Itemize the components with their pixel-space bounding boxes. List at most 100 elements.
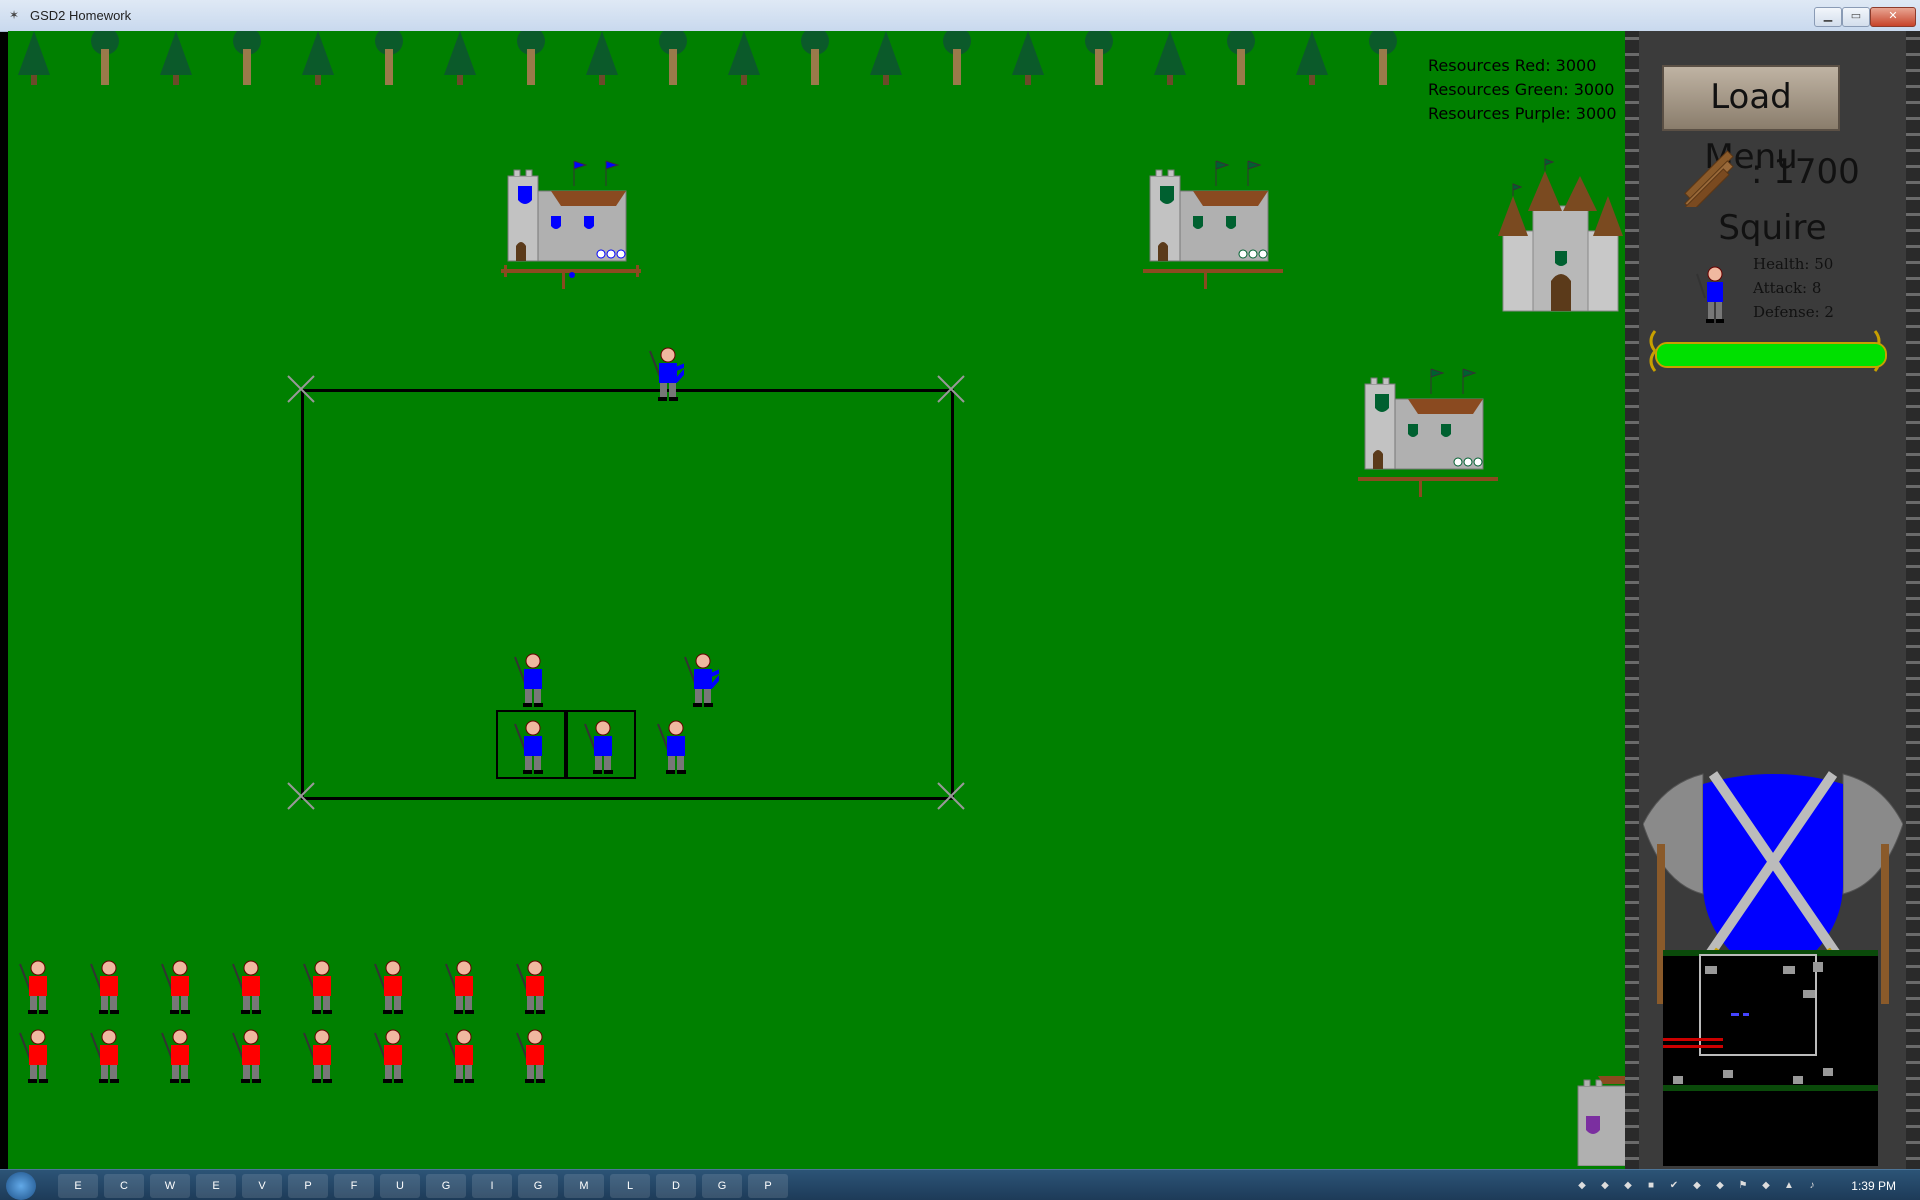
tree xyxy=(1296,31,1328,85)
resources-purple: Resources Purple: 3000 xyxy=(1428,104,1617,123)
wood-icon xyxy=(1680,150,1734,207)
tray-icon[interactable]: ◆ xyxy=(1575,1179,1589,1193)
tray-icon[interactable]: ◆ xyxy=(1759,1179,1773,1193)
volume-icon[interactable]: ♪ xyxy=(1805,1179,1819,1193)
maximize-icon: ▭ xyxy=(1850,10,1862,22)
window-titlebar[interactable]: ✶ GSD2 Homework ▁ ▭ ✕ xyxy=(0,0,1920,32)
tray-icon[interactable]: ■ xyxy=(1644,1179,1658,1193)
load-menu-button[interactable]: Load Menu xyxy=(1662,65,1840,177)
hud-panel: Load Menu : 1700 Squire Health: 50 Attac… xyxy=(1625,31,1920,1169)
red-soldier-unit[interactable] xyxy=(231,958,267,1014)
red-soldier-unit[interactable] xyxy=(89,1027,125,1083)
red-soldier-unit[interactable] xyxy=(515,1027,551,1083)
taskbar-app-word[interactable]: W xyxy=(150,1174,190,1198)
green-castle-east[interactable] xyxy=(1353,359,1503,499)
tree xyxy=(233,31,261,85)
close-button[interactable]: ✕ xyxy=(1870,7,1916,27)
health-bar xyxy=(1655,342,1887,368)
taskbar-app-dota-2[interactable]: D xyxy=(656,1174,696,1198)
blue-castle[interactable] xyxy=(496,151,646,291)
network-icon[interactable]: ▲ xyxy=(1782,1179,1796,1193)
minimap[interactable] xyxy=(1663,950,1878,1166)
taskbar-app-paint[interactable]: P xyxy=(748,1174,788,1198)
tree xyxy=(1369,31,1397,85)
blue-squire-unit[interactable] xyxy=(513,651,549,707)
tree xyxy=(801,31,829,85)
blue-squire-unit[interactable] xyxy=(583,718,619,774)
red-soldier-unit[interactable] xyxy=(89,958,125,1014)
selection-corner-icon xyxy=(287,782,315,810)
red-soldier-unit[interactable] xyxy=(18,1027,54,1083)
blue-squire-unit[interactable] xyxy=(683,651,719,707)
taskbar-app-explorer[interactable]: E xyxy=(58,1174,98,1198)
tree xyxy=(444,31,476,85)
red-soldier-unit[interactable] xyxy=(302,1027,338,1083)
hud-rail-left xyxy=(1625,31,1639,1169)
taskbar-app-chrome[interactable]: C xyxy=(104,1174,144,1198)
red-soldier-unit[interactable] xyxy=(18,958,54,1014)
tree xyxy=(659,31,687,85)
red-soldier-unit[interactable] xyxy=(231,1027,267,1083)
taskbar-app-league[interactable]: L xyxy=(610,1174,650,1198)
red-soldier-unit[interactable] xyxy=(373,958,409,1014)
unit-attack: Attack: 8 xyxy=(1753,279,1822,297)
tree xyxy=(1227,31,1255,85)
green-main-keep[interactable] xyxy=(1493,151,1625,321)
taskbar-app-unity[interactable]: U xyxy=(380,1174,420,1198)
minimap-view[interactable] xyxy=(1663,950,1878,1166)
taskbar-app-inkscape[interactable]: I xyxy=(472,1174,512,1198)
window-title: GSD2 Homework xyxy=(30,8,132,23)
game-map[interactable]: Resources Red: 3000 Resources Green: 300… xyxy=(8,31,1625,1169)
red-soldier-unit[interactable] xyxy=(160,958,196,1014)
tree xyxy=(375,31,403,85)
red-soldier-unit[interactable] xyxy=(444,1027,480,1083)
start-button[interactable] xyxy=(6,1172,36,1200)
tree xyxy=(302,31,334,85)
blue-squire-unit[interactable] xyxy=(648,345,684,401)
app-icon: ✶ xyxy=(9,8,20,22)
minimize-icon: ▁ xyxy=(1823,10,1833,22)
taskbar-app-gimp[interactable]: G xyxy=(426,1174,466,1198)
selection-corner-icon xyxy=(937,782,965,810)
tree xyxy=(586,31,618,85)
flag-icon[interactable]: ⚑ xyxy=(1736,1179,1750,1193)
tree xyxy=(1154,31,1186,85)
red-soldier-unit[interactable] xyxy=(444,958,480,1014)
red-soldier-unit[interactable] xyxy=(160,1027,196,1083)
tree xyxy=(91,31,119,85)
unit-health: Health: 50 xyxy=(1753,255,1834,273)
tree xyxy=(1085,31,1113,85)
tray-icon[interactable]: ◆ xyxy=(1690,1179,1704,1193)
unit-defense: Defense: 2 xyxy=(1753,303,1834,321)
tray-icon[interactable]: ◆ xyxy=(1621,1179,1635,1193)
taskbar-app-minecraft[interactable]: M xyxy=(564,1174,604,1198)
taskbar-app-visual-studio[interactable]: V xyxy=(242,1174,282,1198)
taskbar-clock[interactable]: 1:39 PM xyxy=(1851,1179,1896,1193)
tray-icon[interactable]: ◆ xyxy=(1598,1179,1612,1193)
maximize-button[interactable]: ▭ xyxy=(1842,7,1870,27)
resources-red: Resources Red: 3000 xyxy=(1428,56,1597,75)
tray-icon[interactable]: ◆ xyxy=(1713,1179,1727,1193)
taskbar-app-photoshop[interactable]: P xyxy=(288,1174,328,1198)
blue-squire-unit[interactable] xyxy=(656,718,692,774)
selected-unit-name: Squire xyxy=(1718,208,1827,248)
green-castle-north[interactable] xyxy=(1138,151,1288,291)
selection-corner-icon xyxy=(937,375,965,403)
tree xyxy=(517,31,545,85)
red-soldier-unit[interactable] xyxy=(373,1027,409,1083)
selected-unit-portrait xyxy=(1696,266,1724,323)
blue-squire-unit[interactable] xyxy=(513,718,549,774)
tree xyxy=(728,31,760,85)
taskbar-app-game[interactable]: G xyxy=(518,1174,558,1198)
wood-count: : 1700 xyxy=(1751,152,1860,192)
red-soldier-unit[interactable] xyxy=(302,958,338,1014)
taskbar-app-gsd2-homework[interactable]: G xyxy=(702,1174,742,1198)
hud-rail-right xyxy=(1906,31,1920,1169)
tray-icon[interactable]: ✔ xyxy=(1667,1179,1681,1193)
taskbar-app-excel[interactable]: E xyxy=(196,1174,236,1198)
tree xyxy=(943,31,971,85)
minimize-button[interactable]: ▁ xyxy=(1814,7,1842,27)
purple-castle[interactable] xyxy=(1568,1056,1625,1166)
taskbar-app-flash[interactable]: F xyxy=(334,1174,374,1198)
red-soldier-unit[interactable] xyxy=(515,958,551,1014)
